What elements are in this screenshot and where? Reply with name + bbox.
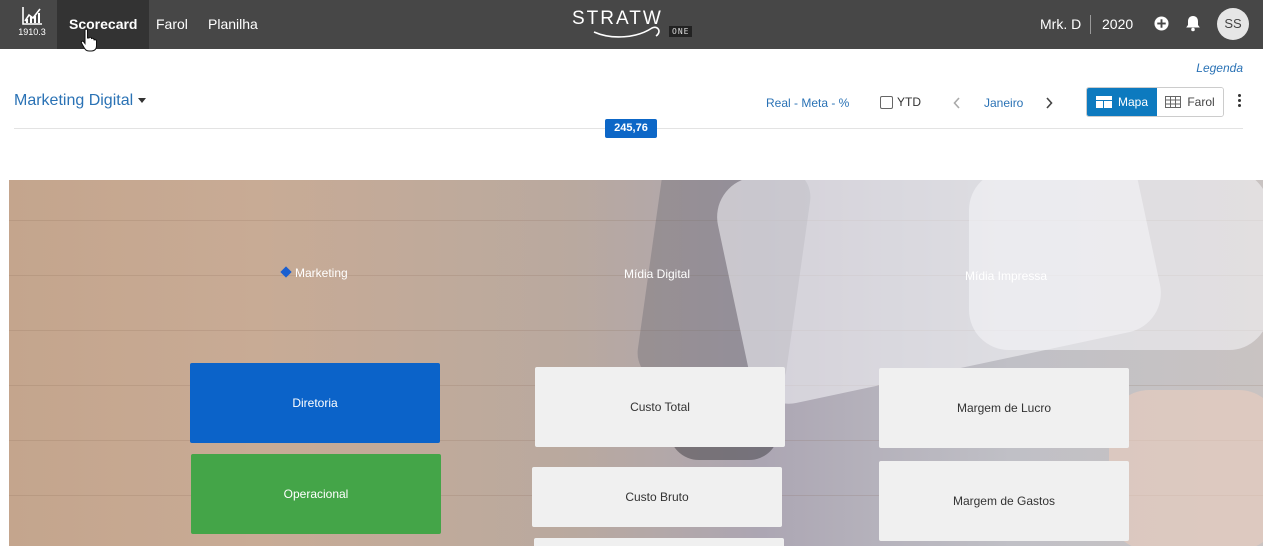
- objective-margem-de-lucro[interactable]: Margem de Lucro: [879, 368, 1129, 448]
- month-selector[interactable]: Janeiro: [984, 96, 1023, 110]
- objective-diretoria[interactable]: Diretoria: [190, 363, 440, 443]
- avatar[interactable]: SS: [1217, 8, 1249, 40]
- brand-logo: STRATW ONE: [572, 8, 696, 40]
- grid-icon: [1165, 96, 1182, 108]
- filter-mode-link[interactable]: Real - Meta - %: [766, 96, 849, 110]
- add-icon[interactable]: [1154, 16, 1169, 31]
- caret-down-icon: [138, 98, 147, 104]
- score-badge: 245,76: [605, 119, 657, 138]
- tab-farol[interactable]: Farol: [156, 0, 188, 49]
- view-toggle: Mapa Farol: [1086, 87, 1224, 117]
- objective-custo-bruto[interactable]: Custo Bruto: [532, 467, 782, 527]
- more-options-icon[interactable]: [1238, 94, 1242, 109]
- pointer-cursor-icon: [80, 28, 97, 52]
- view-mapa-label: Mapa: [1117, 95, 1149, 109]
- ytd-checkbox[interactable]: YTD: [880, 95, 921, 109]
- legend-link[interactable]: Legenda: [1196, 61, 1243, 75]
- map-layout-icon: [1095, 96, 1112, 108]
- brand-suffix: ONE: [669, 26, 693, 37]
- objective-operacional[interactable]: Operacional: [191, 454, 441, 534]
- year-selector[interactable]: 2020: [1102, 0, 1133, 49]
- bell-icon[interactable]: [1185, 15, 1201, 32]
- perspective-midia-digital[interactable]: Mídia Digital: [624, 267, 690, 281]
- tab-scorecard[interactable]: Scorecard: [57, 0, 150, 49]
- page-title-dropdown[interactable]: Marketing Digital: [14, 92, 147, 110]
- objective-margem-de-gastos[interactable]: Margem de Gastos: [879, 461, 1129, 541]
- background-shape: [1109, 390, 1263, 546]
- ytd-label: YTD: [897, 95, 921, 109]
- view-mapa-button[interactable]: Mapa: [1087, 88, 1157, 116]
- logo-version: 1910.3: [18, 27, 46, 37]
- user-name[interactable]: Mrk. D: [1040, 0, 1081, 49]
- perspective-marketing[interactable]: Marketing: [280, 266, 348, 280]
- chevron-left-icon[interactable]: [953, 97, 961, 109]
- perspective-marketing-label: Marketing: [295, 266, 348, 280]
- objective-custo-total[interactable]: Custo Total: [535, 367, 785, 447]
- chart-logo-icon: [22, 7, 42, 25]
- page-title: Marketing Digital: [14, 92, 134, 109]
- divider: [1090, 15, 1091, 34]
- chevron-right-icon[interactable]: [1045, 97, 1053, 109]
- app-logo[interactable]: 1910.3: [10, 4, 54, 46]
- strategy-map-canvas: Marketing Mídia Digital Mídia Impressa D…: [9, 180, 1263, 546]
- view-farol-button[interactable]: Farol: [1157, 88, 1223, 116]
- view-farol-label: Farol: [1187, 95, 1215, 109]
- objective-card-partial[interactable]: [534, 538, 784, 546]
- top-navigation-bar: 1910.3 Scorecard Farol Planilha STRATW O…: [0, 0, 1263, 52]
- perspective-midia-impressa[interactable]: Mídia Impressa: [965, 269, 1047, 283]
- tab-planilha[interactable]: Planilha: [208, 0, 258, 49]
- diamond-icon: [280, 266, 292, 278]
- checkbox-icon: [880, 95, 893, 109]
- background-shape: [969, 180, 1263, 350]
- brand-swoosh-icon: [593, 26, 660, 38]
